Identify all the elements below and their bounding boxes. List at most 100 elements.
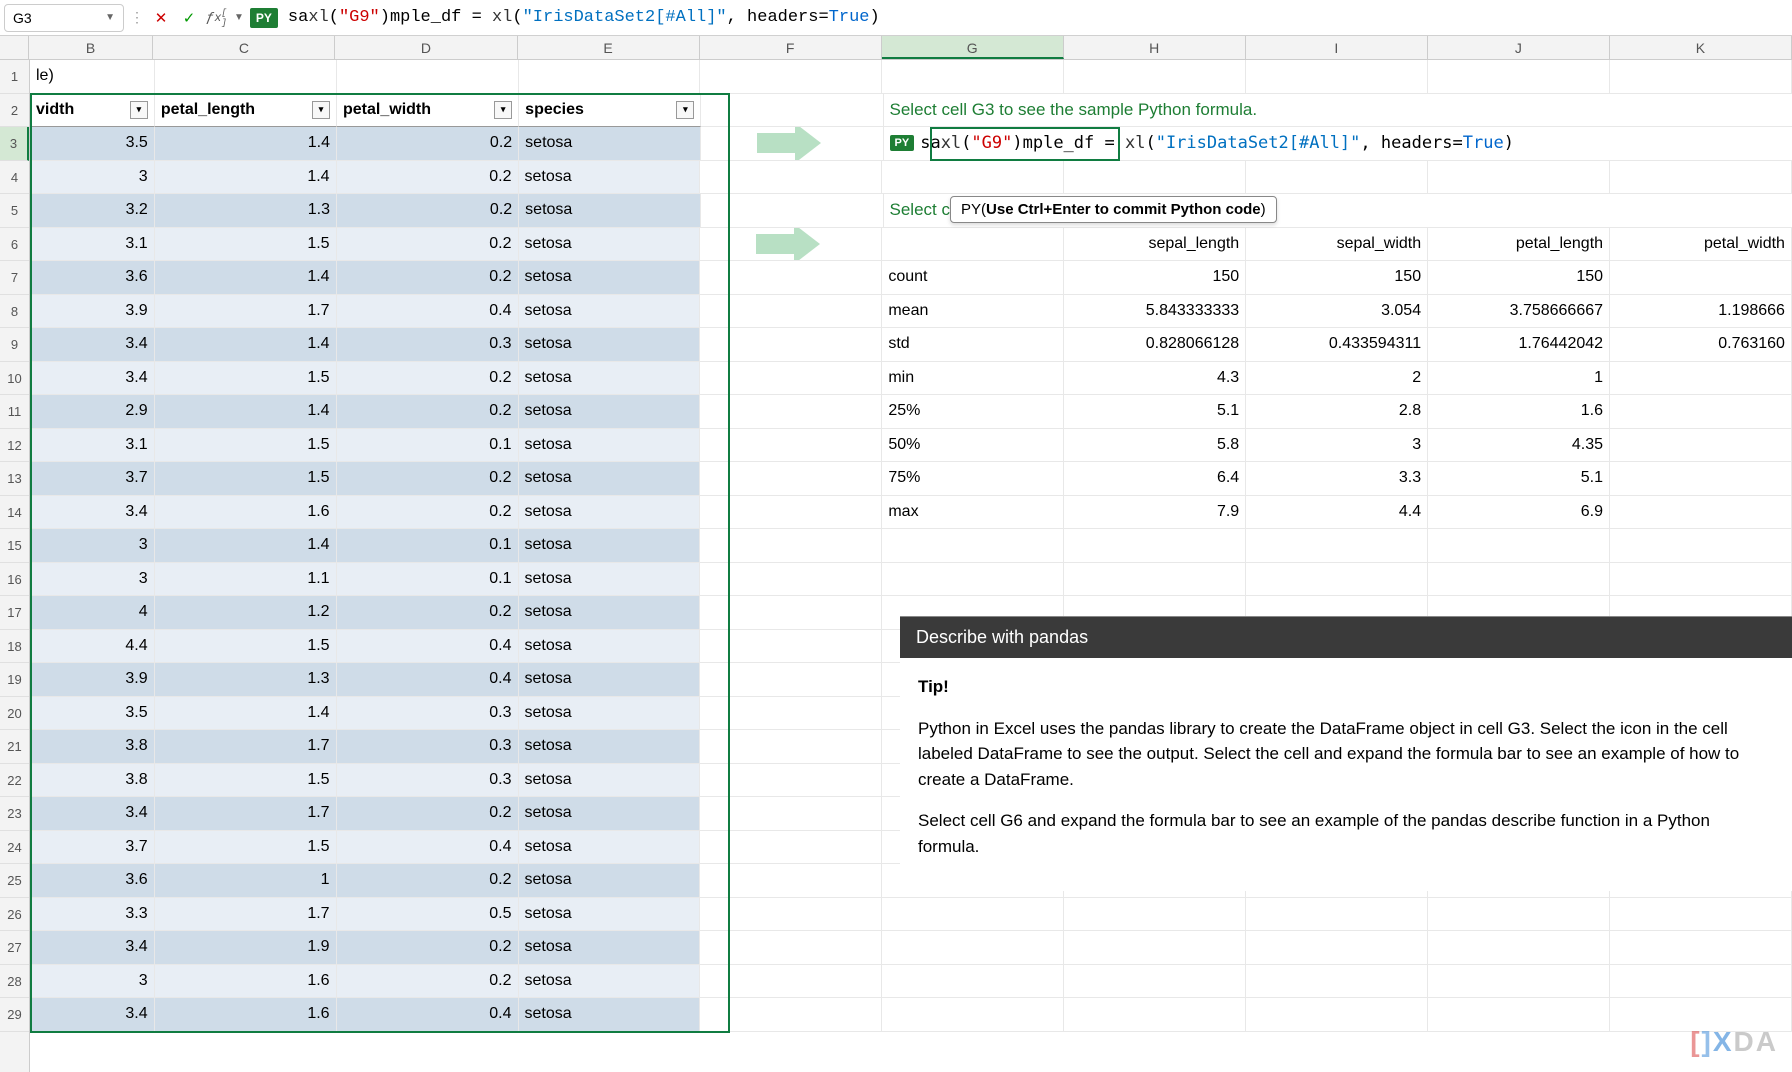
stats-value[interactable] [1610, 462, 1792, 496]
cell[interactable] [1610, 965, 1792, 999]
stats-header[interactable]: petal_width [1610, 228, 1792, 262]
cell[interactable] [700, 630, 882, 664]
row-header-9[interactable]: 9 [0, 328, 29, 362]
stats-value[interactable] [1610, 395, 1792, 429]
cell[interactable] [1064, 965, 1246, 999]
stats-label[interactable]: std [882, 328, 1064, 362]
cell[interactable]: 0.3 [337, 697, 519, 731]
stats-value[interactable] [1610, 496, 1792, 530]
cell[interactable]: setosa [519, 261, 701, 295]
formula-input[interactable]: saxl("G9")mple_df = xl("IrisDataSet2[#Al… [284, 6, 1788, 29]
cell[interactable] [700, 697, 882, 731]
stats-value[interactable]: 4.35 [1428, 429, 1610, 463]
cell[interactable]: setosa [519, 529, 701, 563]
cell[interactable] [700, 328, 882, 362]
cell[interactable]: 1 [155, 864, 337, 898]
row-header-8[interactable]: 8 [0, 295, 29, 329]
cell[interactable] [700, 998, 882, 1032]
cell[interactable]: 0.2 [337, 261, 519, 295]
stats-value[interactable]: 150 [1428, 261, 1610, 295]
cell[interactable] [1610, 529, 1792, 563]
cell[interactable]: 0.3 [337, 764, 519, 798]
cell[interactable] [1246, 161, 1428, 195]
table-header[interactable]: petal_length▾ [155, 94, 337, 128]
cell[interactable]: setosa [519, 228, 701, 262]
accept-icon[interactable]: ✓ [178, 7, 200, 29]
stats-value[interactable]: 5.1 [1428, 462, 1610, 496]
cell[interactable]: 1.5 [155, 630, 337, 664]
table-header[interactable]: species▾ [519, 94, 701, 128]
cell[interactable]: setosa [519, 462, 701, 496]
cell[interactable]: 3.6 [30, 864, 155, 898]
cell[interactable] [1428, 965, 1610, 999]
cell[interactable]: 1.5 [155, 462, 337, 496]
row-header-4[interactable]: 4 [0, 161, 29, 195]
cell[interactable]: 1.5 [155, 362, 337, 396]
column-header-D[interactable]: D [335, 36, 517, 59]
filter-button[interactable]: ▾ [130, 101, 148, 119]
cell[interactable] [1610, 161, 1792, 195]
cell[interactable] [882, 529, 1064, 563]
stats-value[interactable]: 1.198666 [1610, 295, 1792, 329]
column-header-F[interactable]: F [700, 36, 882, 59]
filter-button[interactable]: ▾ [494, 101, 512, 119]
stats-value[interactable]: 7.9 [1064, 496, 1246, 530]
stats-value[interactable]: 3.758666667 [1428, 295, 1610, 329]
cell[interactable]: 1.4 [155, 529, 337, 563]
cell[interactable]: 0.2 [337, 127, 519, 161]
row-header-29[interactable]: 29 [0, 998, 29, 1032]
stats-label[interactable]: max [882, 496, 1064, 530]
cell[interactable]: 3.2 [30, 194, 155, 228]
cell[interactable] [700, 395, 882, 429]
row-header-1[interactable]: 1 [0, 60, 29, 94]
cell[interactable]: 1.4 [155, 161, 337, 195]
cell[interactable]: 3 [30, 529, 155, 563]
cell[interactable] [700, 663, 882, 697]
row-header-2[interactable]: 2 [0, 94, 29, 128]
cell[interactable]: 0.4 [337, 295, 519, 329]
cell[interactable]: 0.3 [337, 328, 519, 362]
cell[interactable]: 3.9 [30, 663, 155, 697]
cell[interactable]: 0.4 [337, 663, 519, 697]
row-header-11[interactable]: 11 [0, 395, 29, 429]
cell[interactable]: 3.4 [30, 328, 155, 362]
cell[interactable]: 0.2 [337, 161, 519, 195]
cell[interactable] [700, 295, 882, 329]
cells[interactable]: le)vidth▾petal_length▾petal_width▾specie… [30, 60, 1792, 1072]
cell[interactable] [155, 60, 337, 94]
cell[interactable]: setosa [519, 496, 701, 530]
cell[interactable]: 3.4 [30, 998, 155, 1032]
cell[interactable]: setosa [519, 931, 701, 965]
cell[interactable]: 0.2 [337, 596, 519, 630]
cell[interactable]: 3.1 [30, 228, 155, 262]
chevron-down-icon[interactable]: ▼ [234, 12, 244, 23]
cell[interactable] [1246, 998, 1428, 1032]
stats-label[interactable]: 75% [882, 462, 1064, 496]
cell[interactable]: setosa [519, 563, 701, 597]
stats-label[interactable]: min [882, 362, 1064, 396]
cell[interactable] [1246, 898, 1428, 932]
cell[interactable]: 1.5 [155, 831, 337, 865]
cell[interactable]: 1.3 [155, 194, 337, 228]
column-header-E[interactable]: E [518, 36, 700, 59]
cell[interactable]: setosa [519, 898, 701, 932]
cell[interactable] [882, 60, 1064, 94]
cell[interactable]: 1.4 [155, 697, 337, 731]
cell[interactable]: 3 [30, 965, 155, 999]
cell[interactable]: 3.7 [30, 831, 155, 865]
stats-value[interactable] [1610, 429, 1792, 463]
cell[interactable] [701, 194, 883, 228]
row-header-25[interactable]: 25 [0, 864, 29, 898]
table-header[interactable]: petal_width▾ [337, 94, 519, 128]
cell[interactable] [701, 94, 883, 128]
cell[interactable] [1064, 998, 1246, 1032]
cell[interactable]: 1.4 [155, 261, 337, 295]
cell[interactable]: 1.4 [155, 127, 337, 161]
cell[interactable] [700, 261, 882, 295]
cancel-icon[interactable]: ✕ [150, 7, 172, 29]
cell[interactable]: 1.5 [155, 764, 337, 798]
cell[interactable]: 1.5 [155, 228, 337, 262]
column-header-C[interactable]: C [153, 36, 335, 59]
cell[interactable]: 0.1 [337, 529, 519, 563]
cell[interactable]: 1.6 [155, 965, 337, 999]
